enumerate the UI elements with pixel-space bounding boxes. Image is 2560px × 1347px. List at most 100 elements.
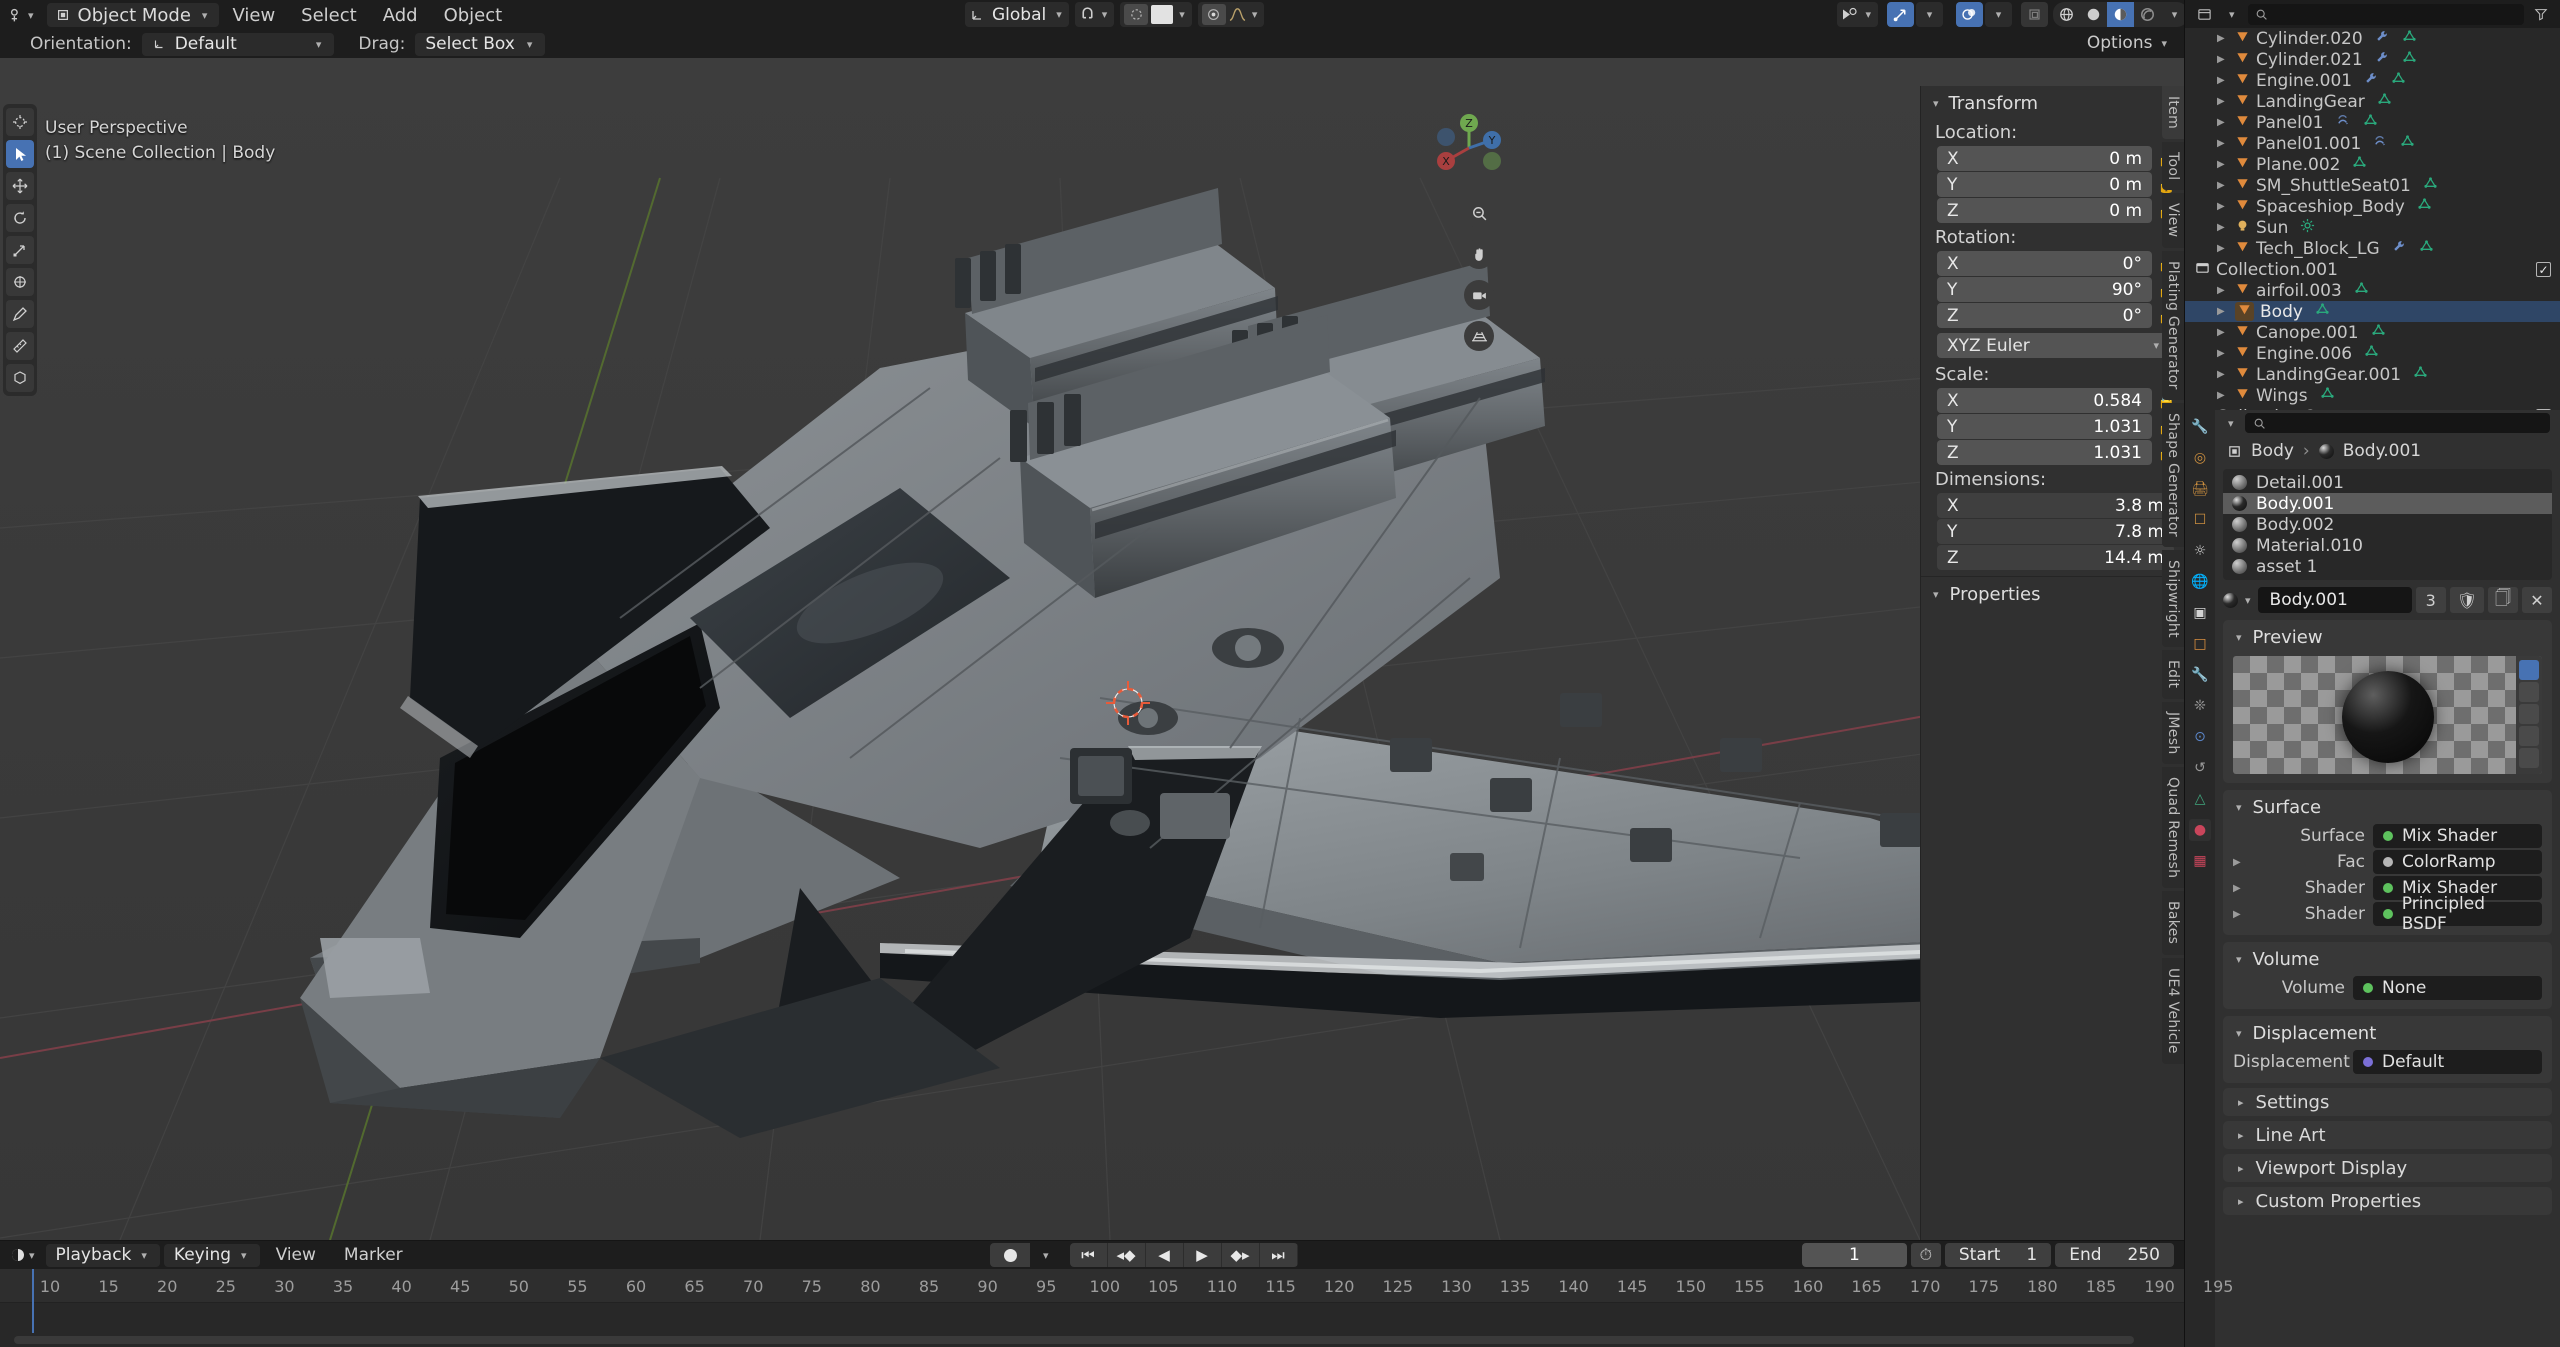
- modifier-icon[interactable]: [2364, 71, 2379, 90]
- material-preview[interactable]: [2233, 656, 2542, 774]
- 3d-viewport[interactable]: User Perspective (1) Scene Collection | …: [0, 58, 2184, 1240]
- transform-panel-header[interactable]: ▾ Transform: [1921, 86, 2184, 119]
- preview-cube-button[interactable]: [2519, 704, 2539, 724]
- shading-solid[interactable]: [2080, 2, 2107, 27]
- tab-view[interactable]: View: [2162, 193, 2184, 248]
- editor-type-icon[interactable]: [2193, 2, 2216, 26]
- expand-arrow-icon[interactable]: ▶: [2217, 75, 2229, 86]
- outliner-row[interactable]: ▶ Cylinder.020: [2185, 28, 2560, 49]
- collapsed-section-header[interactable]: ▸ Settings: [2223, 1088, 2552, 1116]
- tab-plating-generator[interactable]: Plating Generator: [2162, 250, 2184, 400]
- current-frame-input[interactable]: 1: [1801, 1243, 1907, 1267]
- rotation-y-row[interactable]: Y 90° 🔓: [1937, 277, 2176, 302]
- tab-tool[interactable]: Tool: [2162, 142, 2184, 191]
- mesh-data-icon[interactable]: [2402, 50, 2417, 69]
- outliner-row[interactable]: ▶ Wings: [2185, 385, 2560, 406]
- dimensions-x-field[interactable]: X 3.8 m: [1937, 493, 2174, 518]
- modifier-icon[interactable]: [2375, 50, 2390, 69]
- tab-item[interactable]: Item: [2162, 86, 2184, 140]
- mesh-data-icon[interactable]: [2320, 386, 2335, 405]
- duplicate-material-icon[interactable]: 🗍: [2488, 587, 2518, 613]
- expand-arrow-icon[interactable]: ▶: [2233, 857, 2245, 868]
- preview-hair-button[interactable]: [2519, 726, 2539, 746]
- scale-y-field[interactable]: Y 1.031: [1937, 414, 2152, 439]
- properties-panel-header[interactable]: ▾ Properties: [1921, 576, 2184, 612]
- mesh-data-icon[interactable]: [2417, 197, 2432, 216]
- expand-arrow-icon[interactable]: ▶: [2217, 33, 2229, 44]
- mesh-data-icon[interactable]: [2371, 323, 2386, 342]
- outliner-row[interactable]: ▶ SM_ShuttleSeat01: [2185, 175, 2560, 196]
- dimensions-y-field[interactable]: Y 7.8 m: [1937, 519, 2174, 544]
- pivot-falloff-group[interactable]: ▾: [1197, 2, 1265, 27]
- keying-menu[interactable]: Keying ▾: [163, 1243, 260, 1267]
- modifier-icon[interactable]: [2392, 239, 2407, 258]
- expand-arrow-icon[interactable]: ▶: [2217, 138, 2229, 149]
- particles-tab[interactable]: ❊: [2189, 695, 2211, 717]
- rotation-z-field[interactable]: Z 0°: [1937, 303, 2152, 328]
- mesh-data-icon[interactable]: [2419, 239, 2434, 258]
- tool-tab[interactable]: 🔧: [2189, 416, 2211, 438]
- material-tab[interactable]: ●: [2189, 819, 2211, 841]
- prev-keyframe-button[interactable]: ◂◆: [1108, 1243, 1146, 1267]
- playback-menu[interactable]: Playback ▾: [45, 1243, 160, 1267]
- visibility-selector[interactable]: ▾: [1837, 2, 1878, 27]
- expand-arrow-icon[interactable]: ▶: [2217, 96, 2229, 107]
- expand-arrow-icon[interactable]: ▶: [2217, 390, 2229, 401]
- dimensions-z-field[interactable]: Z 14.4 m: [1937, 545, 2174, 570]
- frame-range-fields[interactable]: Start 1: [1944, 1243, 2052, 1267]
- measure-tool[interactable]: [6, 332, 34, 360]
- mode-selector[interactable]: Object Mode ▾: [46, 3, 220, 27]
- texture-tab[interactable]: ▦: [2189, 850, 2211, 872]
- pivot-point-icon[interactable]: [1201, 4, 1226, 25]
- outliner-row[interactable]: ▶ Sun: [2185, 217, 2560, 238]
- material-slot-row[interactable]: Body.002: [2223, 514, 2552, 535]
- orientation-dropdown[interactable]: Default ▾: [141, 32, 335, 56]
- preview-flat-button[interactable]: [2519, 660, 2539, 680]
- data-tab[interactable]: △: [2189, 788, 2211, 810]
- expand-arrow-icon[interactable]: ▶: [2217, 369, 2229, 380]
- expand-arrow-icon[interactable]: ▶: [2217, 348, 2229, 359]
- auto-keying-button[interactable]: [990, 1243, 1030, 1267]
- tab-bakes[interactable]: Bakes: [2162, 891, 2184, 955]
- jump-to-end-button[interactable]: ⏭: [1260, 1243, 1298, 1267]
- mesh-data-icon[interactable]: [2315, 302, 2330, 321]
- constraint-tab[interactable]: ↺: [2189, 757, 2211, 779]
- chevron-down-icon[interactable]: ▾: [2225, 417, 2237, 430]
- transform-tool[interactable]: [6, 268, 34, 296]
- chevron-down-icon[interactable]: ▾: [1916, 2, 1943, 27]
- scale-x-row[interactable]: X 0.584 🔓: [1937, 388, 2176, 413]
- outliner-row[interactable]: ▶ Engine.001: [2185, 70, 2560, 91]
- volume-value-field[interactable]: None: [2353, 976, 2542, 1000]
- pan-hand-icon[interactable]: [1464, 239, 1494, 269]
- shading-rendered[interactable]: [2134, 2, 2161, 27]
- modifier-tab[interactable]: 🔧: [2189, 664, 2211, 686]
- rotation-z-row[interactable]: Z 0° 🔓: [1937, 303, 2176, 328]
- displacement-row[interactable]: Displacement Default: [2233, 1050, 2542, 1074]
- shading-wireframe[interactable]: [2053, 2, 2080, 27]
- preview-sphere-button[interactable]: [2519, 682, 2539, 702]
- tab-shipwright[interactable]: Shipwright: [2162, 549, 2184, 648]
- proportional-editing-group[interactable]: ▾: [1120, 2, 1192, 27]
- zoom-icon[interactable]: [1464, 198, 1494, 228]
- snapping-group[interactable]: ▾: [1074, 2, 1115, 27]
- menu-view[interactable]: View: [219, 3, 288, 27]
- location-z-field[interactable]: Z 0 m: [1937, 198, 2152, 223]
- unlink-material-icon[interactable]: ✕: [2522, 587, 2552, 613]
- annotate-tool[interactable]: [6, 300, 34, 328]
- timeline-ruler[interactable]: 10 15 20 25 30 35 40 45 50 55 60 65 70 75 80 85 90 95 100 1…: [0, 1269, 2233, 1303]
- horizontal-scrollbar[interactable]: [14, 1336, 2134, 1344]
- user-count-button[interactable]: 3: [2415, 587, 2446, 613]
- drag-dropdown[interactable]: Select Box ▾: [415, 32, 546, 56]
- volume-row[interactable]: Volume None: [2233, 976, 2542, 1000]
- shading-mode-group[interactable]: ▾: [2053, 2, 2188, 27]
- displacement-section-header[interactable]: ▾ Displacement: [2223, 1021, 2552, 1048]
- select-box-tool[interactable]: [6, 140, 34, 168]
- outliner-row[interactable]: ▶ Canope.001: [2185, 322, 2560, 343]
- object-tab[interactable]: □: [2189, 633, 2211, 655]
- gizmo-icon[interactable]: [1887, 2, 1914, 27]
- mesh-data-icon[interactable]: [2400, 134, 2415, 153]
- constraint-icon[interactable]: [2336, 113, 2351, 132]
- dimensions-z-row[interactable]: Z 14.4 m: [1937, 545, 2174, 570]
- material-name-input[interactable]: Body.001: [2257, 587, 2412, 613]
- outliner-row[interactable]: ▶ Engine.006: [2185, 343, 2560, 364]
